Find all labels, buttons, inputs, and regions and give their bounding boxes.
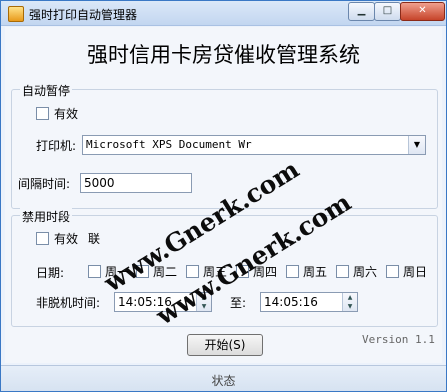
status-bar: 状态 — [1, 365, 446, 391]
maximize-button[interactable]: □ — [374, 2, 401, 21]
time-spin-icon[interactable]: ▲ ▼ — [342, 293, 357, 311]
printer-select-value: Microsoft XPS Document Wr — [86, 138, 252, 151]
printer-label: 打印机: — [36, 139, 77, 153]
to-label: 至: — [230, 296, 247, 310]
auto-pause-group: 自动暂停 有效 打印机: Microsoft XPS Document Wr ▼… — [11, 82, 438, 209]
status-text: 状态 — [211, 374, 236, 388]
app-window: 强时打印自动管理器 ▁ □ ✕ 强时信用卡房贷催收管理系统 自动暂停 有效 打印… — [0, 0, 447, 392]
page-title: 强时信用卡房贷催收管理系统 — [87, 43, 360, 67]
app-icon — [8, 6, 24, 22]
day-label-fri: 周五 — [303, 265, 328, 279]
day-label-sat: 周六 — [353, 265, 378, 279]
disable-period-enabled-label: 有效 — [54, 232, 79, 246]
day-label-sun: 周日 — [403, 265, 428, 279]
day-checkbox-fri[interactable] — [286, 265, 299, 278]
chevron-down-icon[interactable]: ▼ — [408, 136, 425, 154]
to-time-input[interactable]: 14:05:16 ▲ ▼ — [260, 292, 358, 312]
day-checkbox-sat[interactable] — [336, 265, 349, 278]
interval-label: 间隔时间: — [18, 177, 71, 191]
version-label: Version 1.1 — [362, 333, 435, 346]
auto-pause-enabled-checkbox[interactable] — [36, 107, 49, 120]
minimize-button[interactable]: ▁ — [348, 2, 375, 21]
auto-pause-enabled-label: 有效 — [54, 107, 79, 121]
date-label: 日期: — [36, 266, 65, 280]
title-bar: 强时打印自动管理器 ▁ □ ✕ — [1, 1, 446, 26]
disable-period-enabled-checkbox[interactable] — [36, 232, 49, 245]
disable-period-group-label: 禁用时段 — [20, 208, 73, 225]
interval-input[interactable]: 5000 — [80, 173, 192, 193]
window-title: 强时打印自动管理器 — [29, 8, 138, 22]
day-checkbox-sun[interactable] — [386, 265, 399, 278]
online-time-label: 非脱机时间: — [36, 296, 101, 310]
offline-label: 联 — [88, 232, 101, 246]
to-time-value: 14:05:16 — [264, 295, 318, 309]
close-button[interactable]: ✕ — [400, 2, 445, 21]
interval-input-value: 5000 — [84, 176, 115, 190]
start-button[interactable]: 开始(S) — [187, 334, 263, 356]
auto-pause-group-label: 自动暂停 — [20, 82, 73, 99]
printer-select[interactable]: Microsoft XPS Document Wr ▼ — [82, 135, 426, 155]
